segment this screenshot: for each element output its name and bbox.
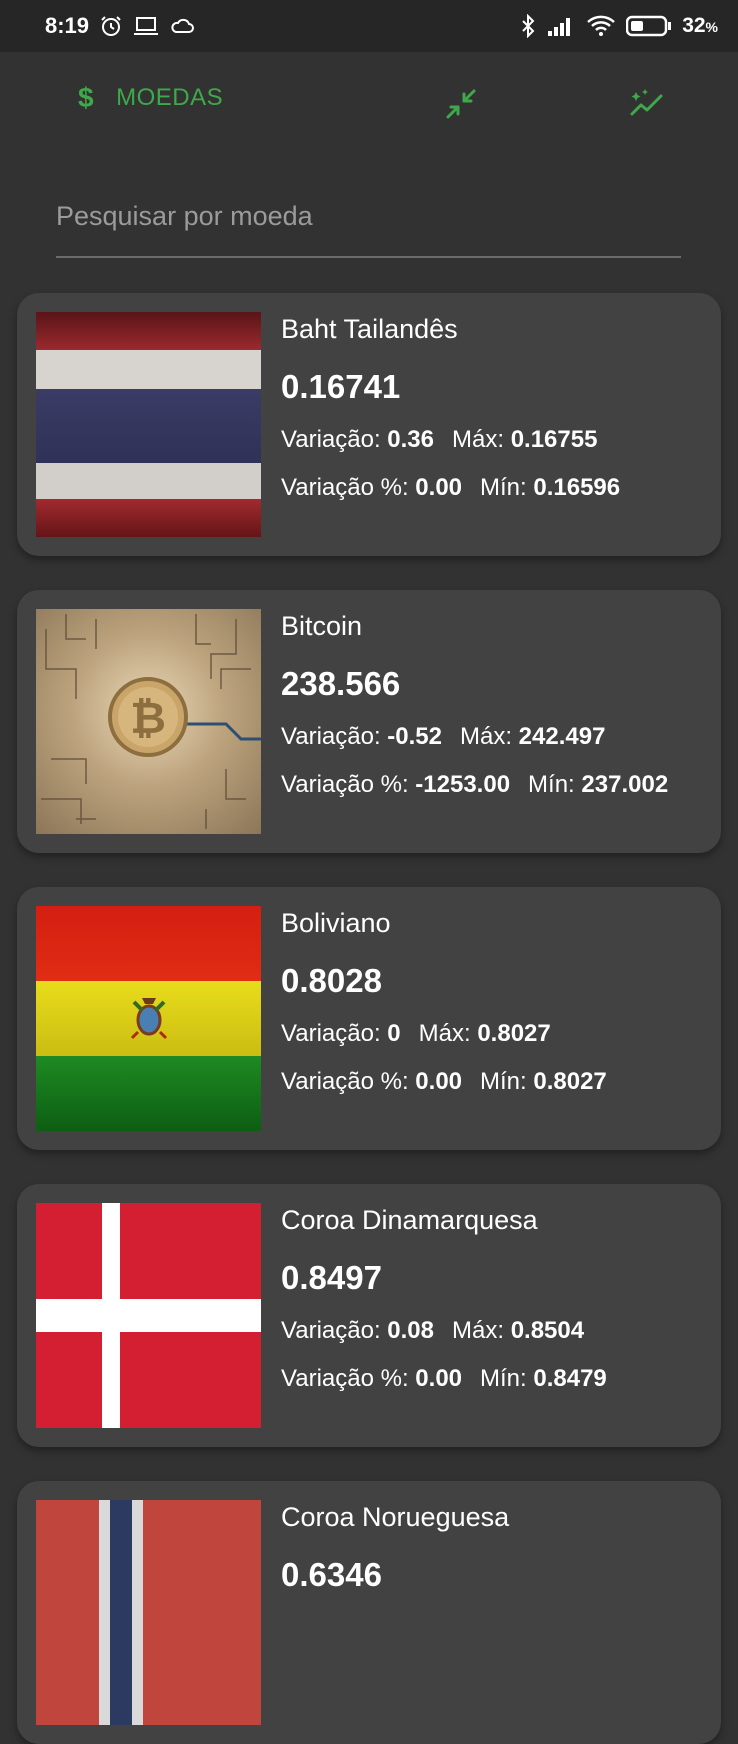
currency-price: 0.8497 bbox=[281, 1259, 382, 1296]
variation-row: Variação: 0 Máx: 0.8027 bbox=[281, 1020, 551, 1047]
variation-pct-value: 0.00 bbox=[415, 1068, 463, 1095]
variation-pct-row: Variação %: 0.00 Mín: 0.8479 bbox=[281, 1365, 607, 1392]
battery-icon bbox=[626, 14, 672, 38]
variation-value: 0.36 bbox=[387, 426, 434, 453]
bolivia-flag-image bbox=[36, 906, 261, 1131]
trending-sparkle-icon[interactable] bbox=[627, 84, 667, 124]
denmark-flag-image bbox=[36, 1203, 261, 1428]
status-bar: 8:19 32% bbox=[0, 0, 738, 52]
max-value: 0.8027 bbox=[477, 1020, 551, 1047]
max-value: 0.16755 bbox=[510, 426, 598, 453]
currency-price: 0.16741 bbox=[281, 368, 401, 405]
search-field[interactable] bbox=[56, 186, 681, 258]
variation-pct-row: Variação %: 0.00 Mín: 0.16596 bbox=[281, 474, 621, 501]
currency-card-baht[interactable]: Baht Tailandês 0.16741 Variação: 0.36 Máx… bbox=[17, 293, 721, 556]
currency-name: Coroa Norueguesa bbox=[281, 1502, 510, 1532]
search-input[interactable] bbox=[56, 186, 681, 246]
currency-card-coroa-norueguesa[interactable]: Coroa Norueguesa 0.6346 bbox=[17, 1481, 721, 1744]
currency-name: Coroa Dinamarquesa bbox=[281, 1205, 538, 1235]
compare-arrows-icon[interactable] bbox=[441, 84, 481, 124]
status-time: 8:19 bbox=[45, 13, 90, 38]
norway-flag-image bbox=[36, 1500, 261, 1725]
currency-price: 0.6346 bbox=[281, 1556, 382, 1593]
currency-price: 0.8028 bbox=[281, 962, 382, 999]
tab-moedas-label: MOEDAS bbox=[116, 84, 224, 111]
cloud-icon bbox=[169, 16, 195, 36]
variation-row: Variação: -0.52 Máx: 242.497 bbox=[281, 723, 606, 750]
min-value: 0.16596 bbox=[533, 474, 621, 501]
dollar-icon: $ bbox=[78, 82, 95, 113]
signal-icon bbox=[546, 15, 576, 37]
variation-pct-row: Variação %: 0.00 Mín: 0.8027 bbox=[281, 1068, 607, 1095]
variation-value: -0.52 bbox=[387, 723, 442, 750]
max-value: 242.497 bbox=[518, 723, 606, 750]
currency-card-coroa-dinamarquesa[interactable]: Coroa Dinamarquesa 0.8497 Variação: 0.08… bbox=[17, 1184, 721, 1447]
bluetooth-icon bbox=[520, 14, 536, 38]
thailand-flag-image bbox=[36, 312, 261, 537]
variation-pct-value: -1253.00 bbox=[415, 771, 511, 798]
variation-row: Variação: 0.08 Máx: 0.8504 bbox=[281, 1317, 585, 1344]
bitcoin-image: ₿ bbox=[36, 609, 261, 834]
currency-name: Baht Tailandês bbox=[281, 314, 458, 344]
svg-text:₿: ₿ bbox=[130, 693, 166, 744]
variation-value: 0.08 bbox=[387, 1317, 434, 1344]
min-value: 237.002 bbox=[581, 771, 669, 798]
min-value: 0.8479 bbox=[533, 1365, 607, 1392]
app-bar: $ MOEDAS bbox=[0, 52, 738, 156]
wifi-icon bbox=[586, 14, 616, 38]
max-value: 0.8504 bbox=[510, 1317, 585, 1344]
currency-name: Bitcoin bbox=[281, 611, 363, 641]
variation-pct-value: 0.00 bbox=[415, 474, 463, 501]
alarm-icon bbox=[99, 14, 123, 38]
variation-value: 0 bbox=[387, 1020, 401, 1047]
currency-name: Boliviano bbox=[281, 908, 391, 938]
variation-row: Variação: 0.36 Máx: 0.16755 bbox=[281, 426, 598, 453]
variation-pct-value: 0.00 bbox=[415, 1365, 463, 1392]
laptop-icon bbox=[133, 15, 159, 37]
currency-card-bitcoin[interactable]: ₿ Bitcoin 238.566 Variação: -0.52 Máx: 24… bbox=[17, 590, 721, 853]
currency-price: 238.566 bbox=[281, 665, 401, 702]
tab-moedas[interactable]: $ MOEDAS bbox=[78, 82, 223, 114]
currency-card-boliviano[interactable]: Boliviano 0.8028 Variação: 0 Máx: 0.8027 … bbox=[17, 887, 721, 1150]
variation-pct-row: Variação %: -1253.00 Mín: 237.002 bbox=[281, 771, 669, 798]
battery-percent: 32% bbox=[682, 14, 718, 37]
min-value: 0.8027 bbox=[533, 1068, 607, 1095]
